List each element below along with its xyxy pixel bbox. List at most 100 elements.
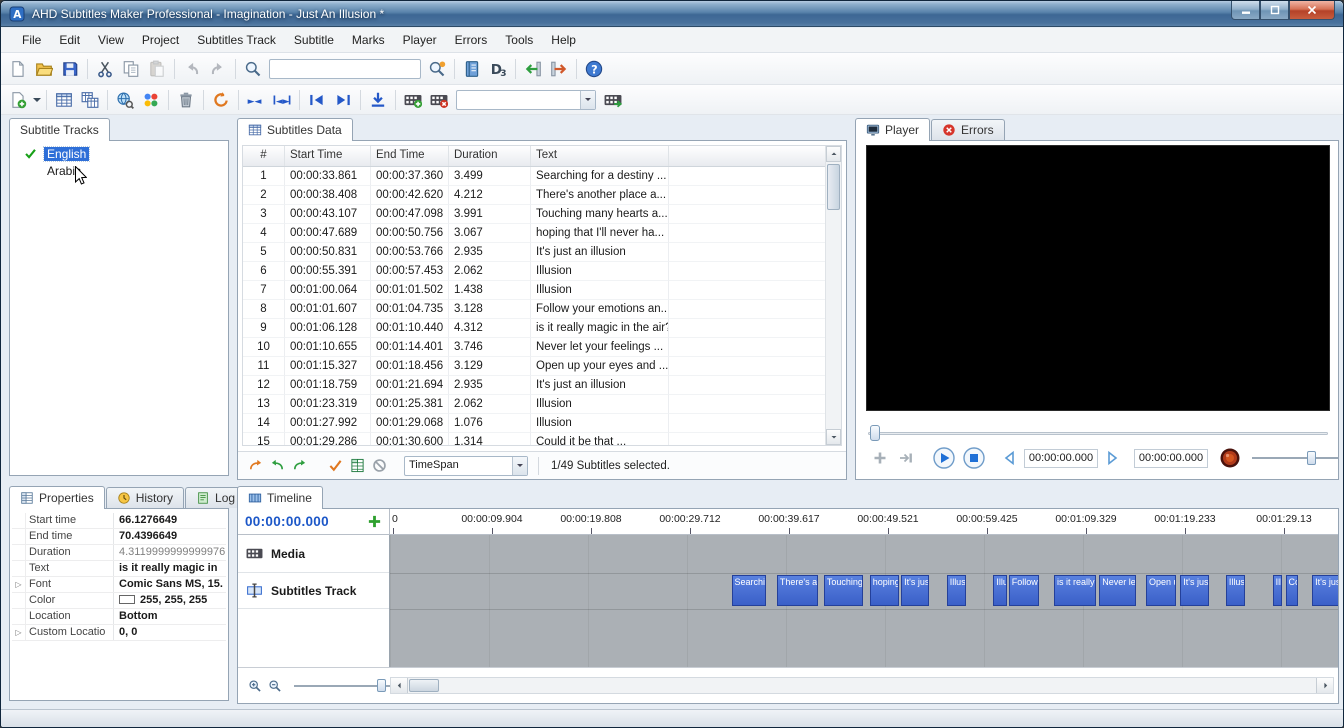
expander-icon[interactable]: ▷	[12, 577, 26, 592]
validate-subtitles-button[interactable]	[324, 456, 346, 476]
volume-slider[interactable]	[1252, 449, 1338, 467]
property-row-font[interactable]: ▷ Font Comic Sans MS, 15.	[12, 577, 226, 593]
tab-errors[interactable]: Errors	[931, 119, 1005, 140]
menu-subtitle[interactable]: Subtitle	[285, 30, 343, 50]
add-media-button[interactable]	[400, 88, 426, 112]
help-button[interactable]: ?	[581, 57, 607, 81]
scroll-down-button[interactable]	[826, 429, 841, 445]
column-header-start-time[interactable]: Start Time	[285, 146, 371, 166]
join-subtitles-button[interactable]: ►◄	[243, 88, 269, 112]
search-button[interactable]	[424, 57, 450, 81]
goto-last-subtitle-button[interactable]	[330, 88, 356, 112]
property-value[interactable]: Bottom	[114, 609, 226, 624]
subtitle-row[interactable]: 11 00:01:15.327 00:01:18.456 3.129 Open up y…	[243, 357, 841, 376]
menu-player[interactable]: Player	[394, 30, 446, 50]
volume-track[interactable]	[1252, 457, 1338, 459]
subtitle-block[interactable]: It's just an illusion	[901, 575, 930, 606]
zoom-slider-track[interactable]	[294, 684, 390, 687]
zoom-out-button[interactable]	[266, 676, 284, 696]
maximize-button[interactable]	[1260, 1, 1289, 20]
track-item-english[interactable]: English	[12, 145, 226, 162]
media-select[interactable]	[456, 89, 596, 110]
display-mode-combo[interactable]: TimeSpan	[404, 455, 528, 476]
tab-subtitles-data[interactable]: Subtitles Data	[237, 118, 353, 141]
subtitle-row[interactable]: 13 00:01:23.319 00:01:25.381 2.062 Illusion	[243, 395, 841, 414]
record-button[interactable]	[1218, 446, 1242, 470]
tab-properties[interactable]: Properties	[9, 486, 105, 509]
add-subtitle-button[interactable]	[5, 88, 31, 112]
property-value[interactable]: Comic Sans MS, 15.	[114, 577, 226, 592]
timeline-scrollbar-thumb[interactable]	[409, 679, 439, 692]
subtitles-lane[interactable]: Searching for a destiny ... There's anoth…	[390, 573, 1338, 609]
subtitle-row[interactable]: 1 00:00:33.861 00:00:37.360 3.499 Searching …	[243, 167, 841, 186]
property-value[interactable]: 66.1276649	[114, 513, 226, 528]
property-value[interactable]: 70.4396649	[114, 529, 226, 544]
new-project-button[interactable]	[5, 57, 31, 81]
export-subtitles-button[interactable]	[546, 57, 572, 81]
timeline-scrollbar[interactable]	[390, 677, 1334, 694]
timeline-track-subtitles-track[interactable]: Subtitles Track	[238, 573, 389, 609]
subtitle-block[interactable]: It's just an illusion	[1312, 575, 1338, 606]
subtitles-grid-button[interactable]	[51, 88, 77, 112]
subtitle-row[interactable]: 10 00:01:10.655 00:01:14.401 3.746 Never let…	[243, 338, 841, 357]
subtitle-row[interactable]: 12 00:01:18.759 00:01:21.694 2.935 It's just…	[243, 376, 841, 395]
seek-track[interactable]	[868, 432, 1328, 435]
scroll-up-button[interactable]	[826, 146, 841, 162]
menu-marks[interactable]: Marks	[343, 30, 394, 50]
menu-tools[interactable]: Tools	[496, 30, 542, 50]
step-to-end-button[interactable]	[896, 448, 916, 468]
combo-caret-icon[interactable]	[512, 456, 527, 475]
property-value[interactable]: 255, 255, 255	[114, 593, 226, 608]
subtitle-block[interactable]: Illusion	[946, 575, 967, 606]
subtitle-block[interactable]: hoping that I'll never ha...	[869, 575, 900, 606]
menu-edit[interactable]: Edit	[50, 30, 89, 50]
subtitle-row[interactable]: 5 00:00:50.831 00:00:53.766 2.935 It's just …	[243, 243, 841, 262]
copy-button[interactable]	[118, 57, 144, 81]
expander-icon[interactable]: ▷	[12, 625, 26, 640]
column-header-duration[interactable]: Duration	[449, 146, 531, 166]
subtitle-row[interactable]: 3 00:00:43.107 00:00:47.098 3.991 Touching m…	[243, 205, 841, 224]
stop-button[interactable]	[962, 446, 986, 470]
delete-subtitle-button[interactable]	[173, 88, 199, 112]
extend-subtitles-button[interactable]: ◄►	[269, 88, 295, 112]
add-subtitle-caret[interactable]	[31, 88, 42, 112]
subtitle-row[interactable]: 8 00:01:01.607 00:01:04.735 3.128 Follow you…	[243, 300, 841, 319]
web-search-button[interactable]	[112, 88, 138, 112]
property-row-text[interactable]: Text is it really magic in	[12, 561, 226, 577]
zoom-slider-thumb[interactable]	[377, 678, 386, 692]
project-notes-button[interactable]	[459, 57, 485, 81]
undo-edit-button[interactable]	[266, 456, 288, 476]
subtitle-block[interactable]: Illusion	[993, 575, 1007, 606]
minimize-button[interactable]	[1231, 1, 1260, 20]
cut-button[interactable]	[92, 57, 118, 81]
property-row-custom-locatio[interactable]: ▷ Custom Locatio 0, 0	[12, 625, 226, 641]
subtitle-block[interactable]: Follow your emotions an...	[1008, 575, 1040, 606]
property-row-end-time[interactable]: End time 70.4396649	[12, 529, 226, 545]
menu-project[interactable]: Project	[133, 30, 188, 50]
column-header-text[interactable]: Text	[531, 146, 669, 166]
timeline-zoom-slider[interactable]	[294, 678, 390, 694]
subtitle-block[interactable]: Searching for a destiny ...	[731, 575, 766, 606]
paste-button[interactable]	[144, 57, 170, 81]
redo-edit-button[interactable]	[288, 456, 310, 476]
find-button[interactable]	[240, 57, 266, 81]
table-scrollbar[interactable]	[825, 146, 841, 445]
remove-media-button[interactable]	[426, 88, 452, 112]
combo-caret-icon[interactable]	[580, 90, 595, 109]
insert-subtitle-below-button[interactable]	[365, 88, 391, 112]
play-button[interactable]	[932, 446, 956, 470]
subtitle-block[interactable]: Illusion	[1272, 575, 1283, 606]
tab-subtitle-tracks[interactable]: Subtitle Tracks	[9, 118, 110, 141]
subtitle-row[interactable]: 4 00:00:47.689 00:00:50.756 3.067 hoping tha…	[243, 224, 841, 243]
export-table-button[interactable]	[346, 456, 368, 476]
import-subtitles-button[interactable]	[520, 57, 546, 81]
goto-first-subtitle-button[interactable]	[304, 88, 330, 112]
open-project-button[interactable]	[31, 57, 57, 81]
styles-button[interactable]: D3	[485, 57, 511, 81]
property-value[interactable]: is it really magic in	[114, 561, 226, 576]
subtitle-block[interactable]: There's another place a...	[776, 575, 818, 606]
tab-history[interactable]: History	[105, 487, 185, 508]
goto-current-subtitle-button[interactable]	[244, 456, 266, 476]
add-marker-button[interactable]	[870, 448, 890, 468]
subtitle-block[interactable]: Could it be that ...	[1285, 575, 1298, 606]
